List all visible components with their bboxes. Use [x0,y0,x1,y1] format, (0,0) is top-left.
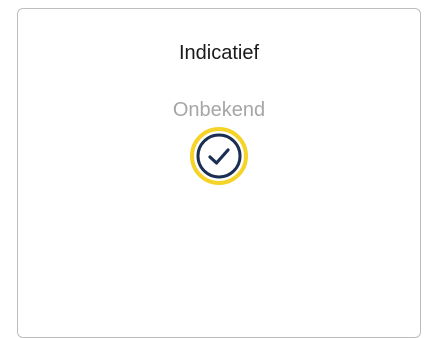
status-text: Onbekend [172,99,266,121]
card-title: Indicatief [178,42,260,64]
check-circle-icon[interactable] [189,126,249,186]
indicatief-card: Indicatief Onbekend [17,8,421,338]
